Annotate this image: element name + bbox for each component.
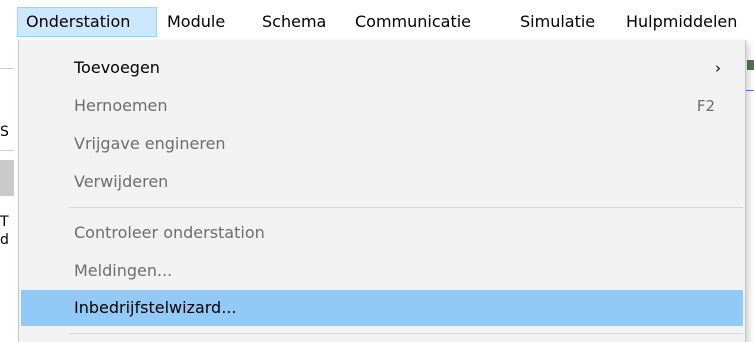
menu-item-verwijderen[interactable]: Verwijderen [21, 164, 743, 200]
menu-item-vrijgave-engineren[interactable]: Vrijgave engineren [21, 126, 743, 162]
menu-module[interactable]: Module [159, 7, 233, 37]
menu-item-label: Controleer onderstation [74, 223, 265, 242]
menu-schema[interactable]: Schema [254, 7, 334, 37]
background-text-fragment: S [0, 124, 9, 140]
menu-item-controleer-onderstation[interactable]: Controleer onderstation [21, 215, 743, 251]
menu-bar: Onderstation Module Schema Communicatie … [0, 0, 754, 40]
menu-separator [69, 333, 743, 334]
shortcut-label: F2 [696, 97, 715, 115]
menu-item-label: Toevoegen [74, 58, 160, 77]
menu-item-meldingen[interactable]: Meldingen... [21, 253, 743, 289]
background-text-fragment: T [0, 214, 9, 230]
background-divider [746, 90, 754, 91]
menu-separator [69, 207, 743, 208]
menu-item-hernoemen[interactable]: Hernoemen F2 [21, 88, 743, 124]
menu-item-label: Vrijgave engineren [74, 134, 226, 153]
onderstation-dropdown-menu: Toevoegen › Hernoemen F2 Vrijgave engine… [18, 40, 746, 342]
menu-item-label: Inbedrijfstelwizard... [74, 298, 237, 317]
chevron-right-icon: › [715, 59, 721, 77]
menu-item-label: Meldingen... [74, 261, 173, 280]
background-text-fragment: d [0, 232, 9, 248]
menu-simulatie[interactable]: Simulatie [512, 7, 603, 37]
menu-hulpmiddelen[interactable]: Hulpmiddelen [618, 7, 745, 37]
menu-item-label: Hernoemen [74, 96, 168, 115]
background-toolbar [0, 160, 14, 196]
background-divider [0, 68, 14, 69]
menu-item-label: Verwijderen [74, 172, 169, 191]
background-divider [0, 150, 14, 151]
menu-item-inbedrijfstelwizard[interactable]: Inbedrijfstelwizard... [21, 290, 743, 326]
background-icon [747, 60, 754, 70]
menu-communicatie[interactable]: Communicatie [347, 7, 479, 37]
menu-onderstation[interactable]: Onderstation [17, 7, 157, 37]
menu-item-toevoegen[interactable]: Toevoegen › [21, 50, 743, 86]
